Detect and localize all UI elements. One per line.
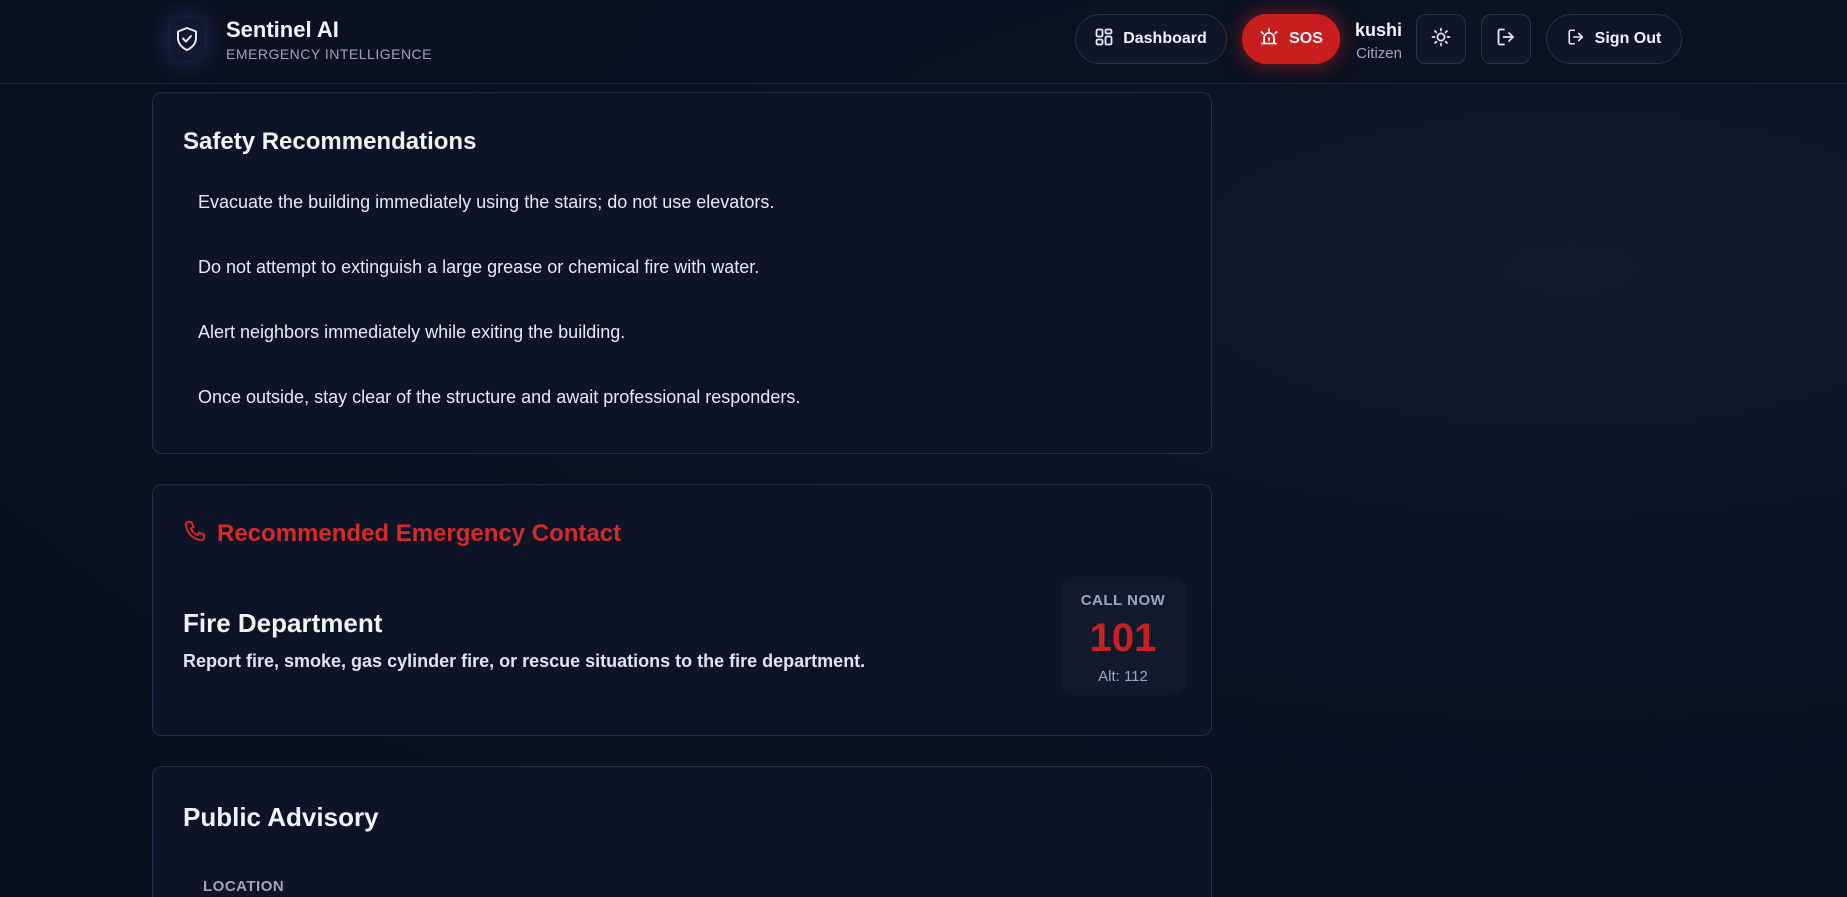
brand-title: Sentinel AI [226, 17, 339, 42]
layout-grid-icon [1095, 28, 1113, 51]
sos-button[interactable]: SOS [1242, 14, 1340, 64]
sos-button-label: SOS [1289, 30, 1323, 47]
dashboard-button[interactable]: Dashboard [1075, 14, 1227, 64]
safety-recommendations-card: Safety Recommendations Evacuate the buil… [152, 92, 1212, 454]
recommendation-item: Do not attempt to extinguish a large gre… [198, 257, 760, 277]
sun-icon [1431, 27, 1451, 52]
theme-toggle-button[interactable] [1416, 14, 1466, 64]
log-out-icon [1496, 27, 1516, 52]
dashboard-button-label: Dashboard [1123, 30, 1207, 47]
user-name: kushi [1354, 20, 1402, 40]
safety-recommendations-title: Safety Recommendations [183, 128, 477, 155]
user-role: Citizen [1356, 45, 1402, 62]
public-advisory-title: Public Advisory [183, 802, 379, 832]
siren-icon [1259, 27, 1279, 51]
recommendation-item: Evacuate the building immediately using … [198, 192, 775, 212]
emergency-contact-heading: Recommended Emergency Contact [183, 519, 621, 548]
sign-out-button[interactable]: Sign Out [1546, 14, 1682, 64]
shield-check-icon [170, 18, 204, 60]
call-now-label: CALL NOW [1080, 592, 1166, 609]
recommendation-item: Once outside, stay clear of the structur… [198, 387, 801, 407]
log-out-icon [1567, 28, 1585, 51]
call-now-button[interactable]: CALL NOW 101 Alt: 112 [1061, 577, 1185, 695]
advisory-location-label: LOCATION [203, 878, 285, 895]
top-header: Sentinel AI EMERGENCY INTELLIGENCE Dashb… [0, 0, 1847, 84]
alternate-number: Alt: 112 [1098, 668, 1148, 685]
sign-out-button-label: Sign Out [1594, 30, 1662, 47]
recommendation-item: Alert neighbors immediately while exitin… [198, 322, 626, 342]
department-description: Report fire, smoke, gas cylinder fire, o… [183, 651, 866, 671]
public-advisory-card: Public Advisory LOCATION [152, 766, 1212, 897]
emergency-contact-card: Recommended Emergency Contact Fire Depar… [152, 484, 1212, 736]
logout-icon-button[interactable] [1481, 14, 1531, 64]
emergency-contact-heading-text: Recommended Emergency Contact [217, 519, 622, 547]
brand-subtitle: EMERGENCY INTELLIGENCE [226, 46, 433, 62]
phone-icon [183, 519, 207, 548]
emergency-number: 101 [1089, 616, 1157, 660]
department-name: Fire Department [183, 608, 383, 638]
